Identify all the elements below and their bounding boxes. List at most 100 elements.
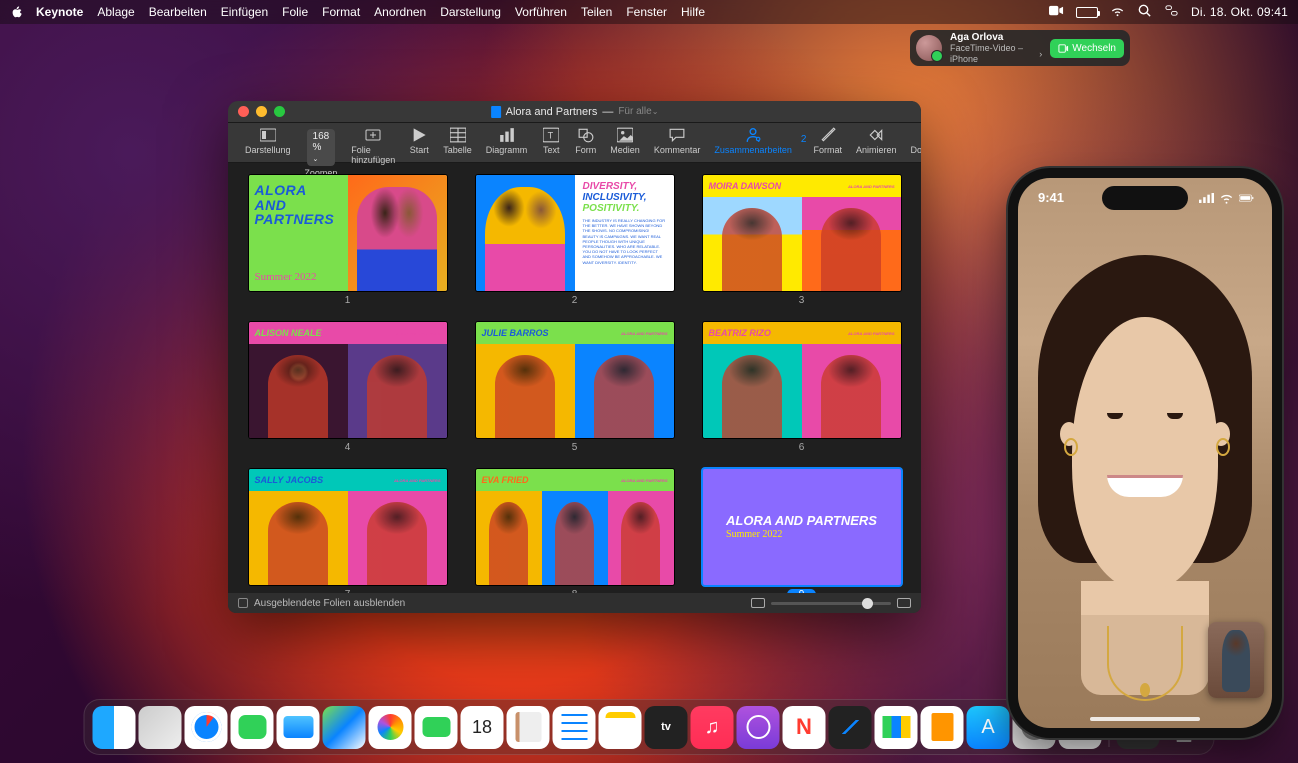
text-button[interactable]: TText bbox=[534, 127, 568, 155]
menu-app-name[interactable]: Keynote bbox=[36, 5, 83, 19]
dock-pages-icon[interactable] bbox=[921, 706, 964, 749]
add-slide-button[interactable]: Folie hinzufügen bbox=[344, 127, 402, 165]
facetime-status-icon[interactable] bbox=[1049, 3, 1064, 21]
dock-news-icon[interactable] bbox=[783, 706, 826, 749]
macos-menubar: Keynote Ablage Bearbeiten Einfügen Folie… bbox=[0, 0, 1298, 24]
dock-facetime-icon[interactable] bbox=[415, 706, 458, 749]
slide-number: 6 bbox=[799, 442, 805, 453]
dock-finder-icon[interactable] bbox=[93, 706, 136, 749]
menu-item[interactable]: Fenster bbox=[626, 5, 667, 19]
menu-item[interactable]: Darstellung bbox=[440, 5, 501, 19]
slide-number: 3 bbox=[799, 295, 805, 306]
caller-avatar bbox=[916, 35, 942, 61]
calendar-day: 18 bbox=[472, 719, 492, 735]
iphone-mockup: 9:41 bbox=[1008, 168, 1282, 738]
iphone-time: 9:41 bbox=[1038, 190, 1064, 205]
dock-contacts-icon[interactable] bbox=[507, 706, 550, 749]
dock-podcasts-icon[interactable] bbox=[737, 706, 780, 749]
close-button[interactable] bbox=[238, 106, 249, 117]
slide-thumbnail[interactable]: JULIE BARROSALORA AND PARTNERS 5 bbox=[475, 322, 674, 453]
menu-item[interactable]: Folie bbox=[282, 5, 308, 19]
slide-thumbnail[interactable]: BEATRIZ RIZOALORA AND PARTNERS 6 bbox=[702, 322, 901, 453]
fullscreen-button[interactable] bbox=[274, 106, 285, 117]
slide-thumbnail[interactable]: SALLY JACOBSALORA AND PARTNERS 7 bbox=[248, 469, 447, 593]
media-button[interactable]: Medien bbox=[603, 127, 647, 155]
facetime-handoff-notification[interactable]: Aga Orlova FaceTime-Video – iPhone› Wech… bbox=[910, 30, 1130, 66]
menu-item[interactable]: Einfügen bbox=[221, 5, 268, 19]
collaborate-button[interactable]: Zusammenarbeiten bbox=[707, 127, 799, 155]
menu-item[interactable]: Format bbox=[322, 5, 360, 19]
slide-title: DIVERSITY,INCLUSIVITY,POSITIVITY. bbox=[583, 181, 666, 214]
slide-thumbnail[interactable]: ALORA AND PARTNERSSummer 2022 1 bbox=[248, 175, 447, 306]
slide-thumbnail[interactable]: DIVERSITY,INCLUSIVITY,POSITIVITY. THE IN… bbox=[475, 175, 674, 306]
menu-item[interactable]: Ablage bbox=[97, 5, 134, 19]
dock-photos-icon[interactable] bbox=[369, 706, 412, 749]
dock-launchpad-icon[interactable] bbox=[139, 706, 182, 749]
shape-button[interactable]: Form bbox=[568, 127, 603, 155]
profile-name: SALLY JACOBS bbox=[255, 475, 324, 485]
slide-number: 4 bbox=[345, 442, 351, 453]
slide-thumbnail-selected[interactable]: ALORA AND PARTNERSSummer 2022 9 bbox=[702, 469, 901, 593]
slide-thumbnail[interactable]: EVA FRIEDALORA AND PARTNERS 8 bbox=[475, 469, 674, 593]
chevron-down-icon[interactable]: ⌄ bbox=[652, 107, 659, 116]
menu-item[interactable]: Vorführen bbox=[515, 5, 567, 19]
dock-stocks-icon[interactable] bbox=[829, 706, 872, 749]
view-button[interactable]: Darstellung bbox=[238, 127, 298, 155]
zoom-in-icon[interactable] bbox=[897, 598, 911, 608]
share-scope[interactable]: Für alle bbox=[618, 106, 651, 117]
document-button[interactable]: Dokument bbox=[904, 127, 921, 155]
battery-icon[interactable] bbox=[1076, 7, 1098, 18]
profile-name: MOIRA DAWSON bbox=[709, 181, 782, 191]
play-button[interactable]: Start bbox=[402, 127, 436, 155]
menu-item[interactable]: Hilfe bbox=[681, 5, 705, 19]
slide-light-table[interactable]: ALORA AND PARTNERSSummer 2022 1 DIVERSIT… bbox=[228, 163, 921, 593]
dock-reminders-icon[interactable] bbox=[553, 706, 596, 749]
home-indicator[interactable] bbox=[1090, 717, 1200, 721]
dock-numbers-icon[interactable] bbox=[875, 706, 918, 749]
slide-number: 9 bbox=[787, 589, 817, 593]
call-subtitle: FaceTime-Video – iPhone bbox=[950, 43, 1037, 64]
table-button[interactable]: Tabelle bbox=[436, 127, 479, 155]
comment-button[interactable]: Kommentar bbox=[647, 127, 708, 155]
animate-button[interactable]: Animieren bbox=[849, 127, 904, 155]
control-center-icon[interactable] bbox=[1164, 3, 1179, 21]
slide-thumbnail[interactable]: MOIRA DAWSONALORA AND PARTNERS 3 bbox=[702, 175, 901, 306]
dock-tv-icon[interactable]: tv bbox=[645, 706, 688, 749]
dock-music-icon[interactable]: ♫ bbox=[691, 706, 734, 749]
apple-menu-icon[interactable] bbox=[10, 5, 24, 19]
dock-safari-icon[interactable] bbox=[185, 706, 228, 749]
iphone-status-icons bbox=[1199, 192, 1254, 204]
slide-number: 2 bbox=[572, 295, 578, 306]
brand-label: ALORA AND PARTNERS bbox=[621, 478, 667, 483]
zoom-dropdown[interactable]: 168 % ⌄ bbox=[307, 129, 336, 166]
dynamic-island bbox=[1102, 186, 1188, 210]
slide-thumbnail[interactable]: ALISON NEALEALORA AND PARTNERS 4 bbox=[248, 322, 447, 453]
minimize-button[interactable] bbox=[256, 106, 267, 117]
zoom-out-icon[interactable] bbox=[751, 598, 765, 608]
chevron-right-icon: › bbox=[1039, 49, 1042, 59]
menu-item[interactable]: Bearbeiten bbox=[149, 5, 207, 19]
window-titlebar[interactable]: Alora and Partners — Für alle⌄ bbox=[228, 101, 921, 123]
dock-maps-icon[interactable] bbox=[323, 706, 366, 749]
facetime-self-view[interactable] bbox=[1208, 622, 1264, 698]
search-icon[interactable] bbox=[1137, 3, 1152, 21]
keynote-window: Alora and Partners — Für alle⌄ Darstellu… bbox=[228, 101, 921, 613]
dock-messages-icon[interactable] bbox=[231, 706, 274, 749]
menu-item[interactable]: Anordnen bbox=[374, 5, 426, 19]
brand-label: ALORA AND PARTNERS bbox=[621, 331, 667, 336]
dock-mail-icon[interactable] bbox=[277, 706, 320, 749]
format-button[interactable]: Format bbox=[806, 127, 849, 155]
dock-calendar-icon[interactable]: 18 bbox=[461, 706, 504, 749]
thumbnail-zoom-slider[interactable] bbox=[771, 602, 891, 605]
switch-button-label: Wechseln bbox=[1072, 43, 1116, 54]
brand-label: ALORA AND PARTNERS bbox=[394, 331, 440, 336]
wifi-icon[interactable] bbox=[1110, 3, 1125, 21]
menubar-clock[interactable]: Di. 18. Okt. 09:41 bbox=[1191, 5, 1288, 19]
slide-number: 8 bbox=[572, 589, 578, 593]
chart-button[interactable]: Diagramm bbox=[479, 127, 535, 155]
hide-skipped-checkbox[interactable] bbox=[238, 598, 248, 608]
switch-button[interactable]: Wechseln bbox=[1050, 39, 1124, 58]
dock-appstore-icon[interactable]: A bbox=[967, 706, 1010, 749]
dock-notes-icon[interactable] bbox=[599, 706, 642, 749]
menu-item[interactable]: Teilen bbox=[581, 5, 612, 19]
